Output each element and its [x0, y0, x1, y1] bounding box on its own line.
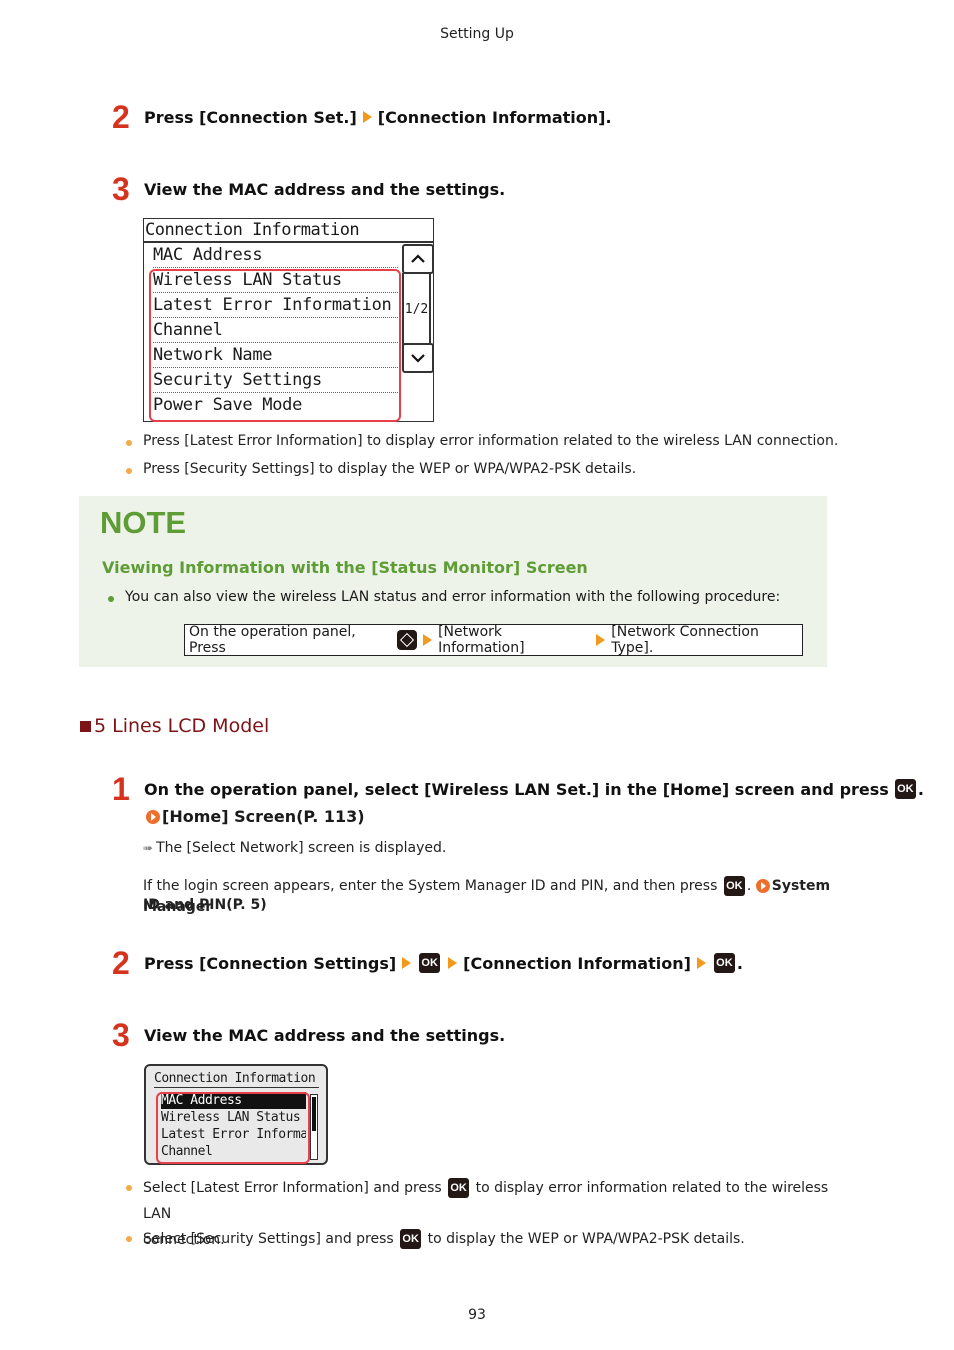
note-bullet: You can also view the wireless LAN statu… [108, 589, 780, 605]
ok-key-icon: OK [894, 779, 916, 799]
step-number: 3 [112, 171, 130, 207]
step-number: 2 [112, 99, 130, 135]
arrow-icon [423, 634, 433, 646]
section-heading: 5 Lines LCD Model [80, 715, 269, 737]
note-subtitle: Viewing Information with the [Status Mon… [102, 558, 588, 577]
bullet-icon [126, 468, 132, 474]
scrollbar [310, 1094, 318, 1160]
procedure-text: On the operation panel, Press [189, 624, 356, 656]
step-number: 2 [112, 945, 130, 981]
procedure-box: On the operation panel, Press [Network I… [184, 624, 803, 656]
link-text[interactable]: [Home] Screen(P. 113) [162, 807, 365, 826]
procedure-text: [Network Information] [438, 624, 525, 656]
result-text: The [Select Network] screen is displayed… [156, 840, 447, 856]
arrow-icon [696, 957, 706, 969]
bullet-icon [108, 596, 114, 602]
login-link-cont[interactable]: ID and PIN(P. 5) [143, 897, 267, 913]
ok-key-icon: OK [419, 953, 441, 973]
bullet-icon [126, 1185, 132, 1191]
result-line: ➠ The [Select Network] screen is display… [143, 840, 446, 856]
highlight-frame [149, 269, 401, 422]
arrow-icon [448, 957, 458, 969]
bullet-item: Press [Latest Error Information] to disp… [126, 433, 838, 449]
bullet-icon [126, 1236, 132, 1242]
lcd-title: Connection Information [144, 219, 433, 243]
step-number: 1 [112, 771, 130, 807]
step-text: . [736, 953, 743, 973]
arrow-icon [362, 111, 372, 123]
five-line-lcd-screenshot: Connection Information MAC Address Wirel… [144, 1064, 328, 1165]
bullet-icon [126, 440, 132, 446]
lcd-title: Connection Information [154, 1071, 319, 1088]
step-2-touch: 2 Press [Connection Set.] [Connection In… [112, 99, 612, 135]
login-text: If the login screen appears, enter the S… [143, 878, 718, 894]
arrow-icon [596, 634, 606, 646]
highlight-frame [156, 1092, 310, 1164]
step-text: [Connection Information]. [377, 107, 612, 127]
procedure-text: [Network Connection Type]. [611, 624, 759, 656]
bullet-item: Select [Security Settings] and press OK … [126, 1229, 745, 1249]
step-2-lcd: 2 Press [Connection Settings] OK [Connec… [112, 945, 743, 981]
bullet-item: Press [Security Settings] to display the… [126, 461, 636, 477]
chevron-down-icon [411, 354, 425, 363]
ok-key-icon: OK [713, 953, 735, 973]
step-text: [Connection Information] [463, 953, 691, 973]
bullet-text: to display the WEP or WPA/WPA2-PSK detai… [427, 1231, 745, 1247]
square-bullet-icon [80, 720, 91, 732]
bullet-text: Select [Latest Error Information] and pr… [143, 1180, 442, 1196]
ok-key-icon: OK [723, 876, 745, 896]
step-text: . [917, 779, 924, 799]
ok-key-icon: OK [400, 1229, 422, 1249]
step-3-lcd: 3 View the MAC address and the settings. [112, 1017, 506, 1053]
scroll-down-button [402, 343, 434, 373]
running-header: Setting Up [440, 26, 514, 42]
page-number: 93 [468, 1307, 486, 1323]
note-title: NOTE [100, 505, 187, 540]
step-text: View the MAC address and the settings. [144, 1025, 506, 1045]
step-text: Press [Connection Settings] [144, 953, 397, 973]
home-key-icon [397, 630, 418, 650]
step-text: On the operation panel, select [Wireless… [144, 779, 889, 799]
bullet-text: You can also view the wireless LAN statu… [125, 589, 781, 605]
bullet-text: Press [Security Settings] to display the… [143, 461, 637, 477]
punctuation: . [746, 878, 752, 894]
step-text: View the MAC address and the settings. [144, 179, 506, 199]
step-3-touch: 3 View the MAC address and the settings. [112, 171, 506, 207]
step-number: 3 [112, 1017, 130, 1053]
bullet-text: Select [Security Settings] and press [143, 1231, 394, 1247]
page-indicator: 1/2 [402, 273, 431, 345]
link-arrow-icon [755, 879, 770, 893]
step-text: Press [Connection Set.] [144, 107, 357, 127]
touch-lcd-screenshot: Connection Information MAC Address Wirel… [143, 218, 434, 422]
chevron-up-icon [411, 254, 425, 263]
result-arrow-icon: ➠ [143, 841, 154, 855]
bullet-text: Press [Latest Error Information] to disp… [143, 433, 839, 449]
arrow-icon [402, 957, 412, 969]
ok-key-icon: OK [448, 1178, 470, 1198]
home-screen-link[interactable]: [Home] Screen(P. 113) [146, 807, 365, 826]
scroll-up-button [402, 244, 434, 274]
scrollbar-thumb [312, 1097, 316, 1131]
lcd-row: MAC Address [153, 243, 398, 268]
link-arrow-icon [146, 809, 160, 824]
section-heading-text: 5 Lines LCD Model [94, 715, 270, 737]
step-1-lcd: 1 On the operation panel, select [Wirele… [112, 771, 924, 807]
